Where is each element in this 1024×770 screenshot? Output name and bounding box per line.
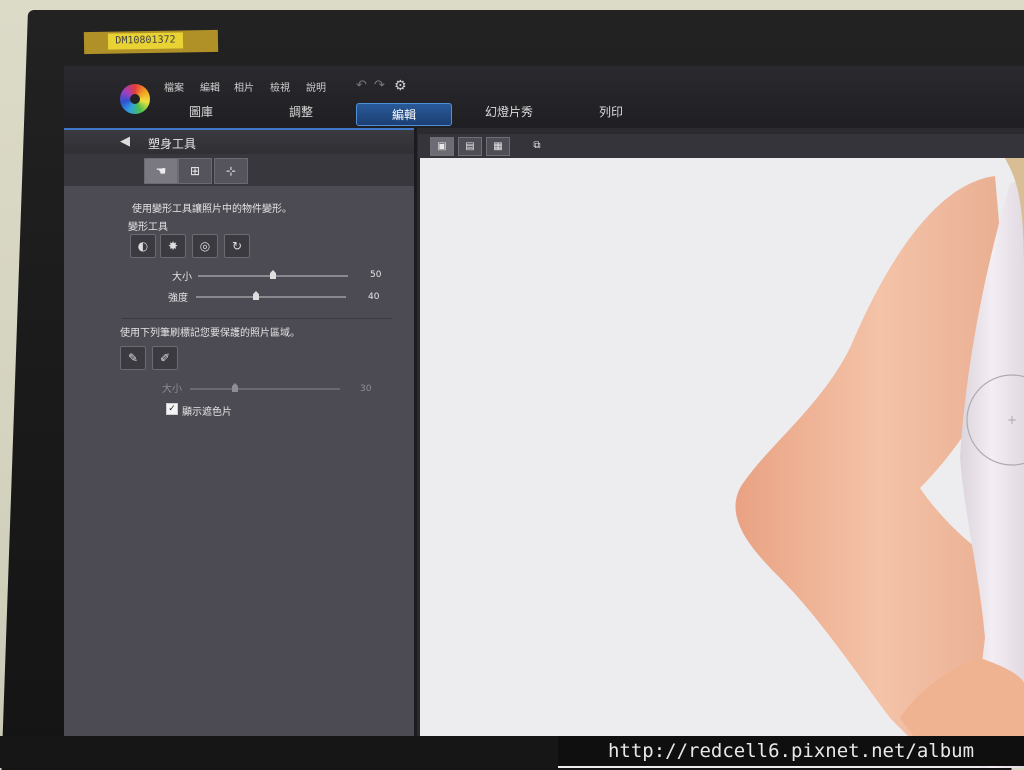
tab-adjust[interactable]: 調整 [276,103,326,120]
menu-photo[interactable]: 相片 [234,79,254,94]
crop-frame-icon[interactable]: ⊹ [214,158,248,184]
brush-size-label: 大小 [162,384,182,395]
watermark-url: http://redcell6.pixnet.net/album [558,736,1024,766]
tab-edit[interactable]: 編輯 [356,103,452,126]
compare-view-icon[interactable]: ▤ [458,137,482,156]
reshape-hand-icon[interactable]: ☚ [144,158,178,184]
panel-title: 塑身工具 [148,137,197,151]
grid-icon[interactable]: ⊞ [178,158,212,184]
size-slider-thumb[interactable] [270,270,276,279]
strength-slider-thumb[interactable] [253,291,259,300]
redo-icon[interactable]: ↷ [374,78,385,93]
brush-add-icon[interactable]: ✎ [120,346,146,370]
size-label: 大小 [172,272,192,283]
menu-file[interactable]: 檔案 [164,79,184,94]
app-window: 檔案 編輯 相片 檢視 說明 ↶ ↷ ⚙ 圖庫 調整 編輯 幻燈片秀 列印 ◀ … [64,66,1024,768]
tab-library[interactable]: 圖庫 [176,103,226,120]
panel-divider [122,318,392,319]
screen-bottom-edge [0,736,558,768]
brush-erase-icon[interactable]: ✐ [152,346,178,370]
warp-description: 使用變形工具讓照片中的物件變形。 [132,204,292,215]
strength-slider-track[interactable] [196,296,346,298]
brush-cursor-crosshair-icon: + [1007,413,1017,427]
brush-size-value: 30 [360,384,372,394]
undo-icon[interactable]: ↶ [356,78,367,93]
tab-slideshow[interactable]: 幻燈片秀 [474,103,544,120]
bloat-icon[interactable]: ✸ [160,234,186,258]
menu-edit[interactable]: 編輯 [200,79,220,94]
photo-canvas[interactable]: + [420,158,1024,768]
single-view-icon[interactable]: ▣ [430,137,454,156]
twirl-icon[interactable]: ↻ [224,234,250,258]
strength-value: 40 [368,292,380,302]
gear-icon[interactable]: ⚙ [394,78,407,94]
size-value: 50 [370,270,382,280]
brush-size-slider-track[interactable] [190,388,340,390]
app-logo-icon [120,84,150,114]
app-header: 檔案 編輯 相片 檢視 說明 ↶ ↷ ⚙ 圖庫 調整 編輯 幻燈片秀 列印 [64,66,1024,128]
tab-print[interactable]: 列印 [586,103,636,120]
menu-help[interactable]: 說明 [306,79,326,94]
thumbnail-grid-icon[interactable]: ▦ [486,137,510,156]
back-arrow-icon[interactable]: ◀ [120,134,130,149]
brush-size-slider-thumb[interactable] [232,383,238,392]
strength-label: 強度 [168,293,188,304]
panel-subtabs: ☚ ⊞ ⊹ [64,154,414,186]
panel-header: ◀ 塑身工具 [64,128,414,156]
show-mask-label[interactable]: 顯示遮色片 [182,403,232,418]
protect-description: 使用下列筆刷標記您要保護的照片區域。 [120,328,300,339]
sticker-label: DM10801372 [107,32,184,50]
photo-image: + [420,158,1024,768]
canvas-toolbar: ▣ ▤ ▦ ⧉ [418,134,1024,158]
warp-section-label: 變形工具 [128,222,168,233]
show-mask-checkbox[interactable]: ✓ [166,403,178,415]
warp-push-icon[interactable]: ◐ [130,234,156,258]
dual-monitor-icon[interactable]: ⧉ [526,137,548,154]
pinch-icon[interactable]: ◎ [192,234,218,258]
tool-panel: ◀ 塑身工具 ☚ ⊞ ⊹ 使用變形工具讓照片中的物件變形。 變形工具 ◐ ✸ ◎… [64,128,417,768]
menu-view[interactable]: 檢視 [270,79,290,94]
